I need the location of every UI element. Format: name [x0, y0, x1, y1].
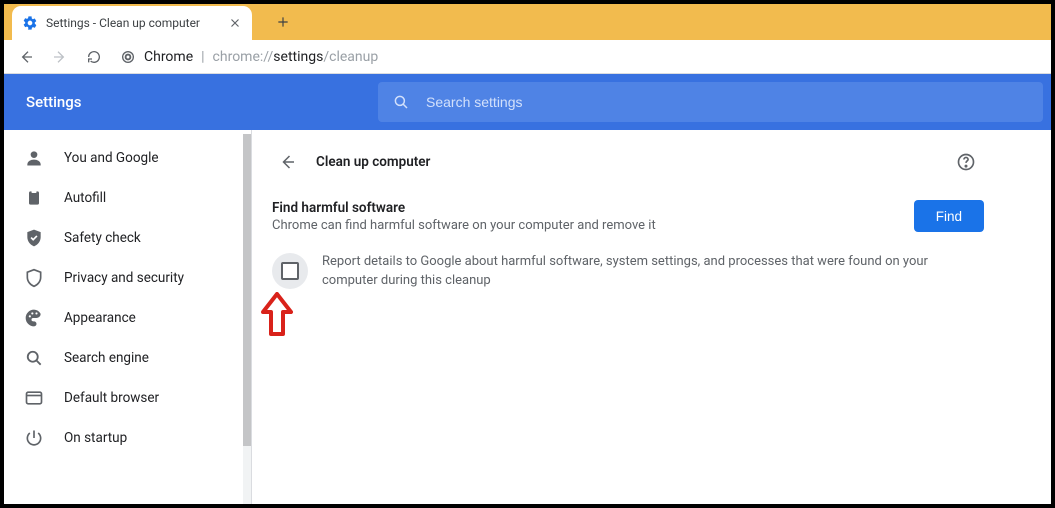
sidebar-item-default-browser[interactable]: Default browser	[4, 378, 251, 418]
panel-title: Find harmful software	[272, 200, 894, 216]
palette-icon	[24, 308, 44, 328]
reload-button[interactable]	[80, 43, 108, 71]
search-icon	[392, 93, 410, 111]
sidebar-item-appearance[interactable]: Appearance	[4, 298, 251, 338]
power-icon	[24, 428, 44, 448]
sidebar-item-safety-check[interactable]: Safety check	[4, 218, 251, 258]
section-title: Clean up computer	[316, 154, 956, 170]
forward-button[interactable]	[46, 43, 74, 71]
plus-icon	[276, 15, 290, 29]
sidebar-item-label: Default browser	[64, 390, 159, 406]
sidebar-item-label: Appearance	[64, 310, 136, 326]
search-settings-input[interactable]	[426, 94, 1029, 110]
report-checkbox-label: Report details to Google about harmful s…	[322, 253, 984, 291]
sidebar-item-on-startup[interactable]: On startup	[4, 418, 251, 458]
settings-brand: Settings	[4, 93, 370, 111]
site-info-icon[interactable]	[120, 49, 136, 65]
tab-title: Settings - Clean up computer	[46, 16, 228, 30]
browser-toolbar: Chrome | chrome://settings/cleanup	[4, 40, 1051, 74]
report-checkbox[interactable]	[281, 262, 299, 280]
back-button[interactable]	[12, 43, 40, 71]
sidebar-item-label: Search engine	[64, 350, 149, 366]
sidebar-item-label: Safety check	[64, 230, 141, 246]
sidebar-item-autofill[interactable]: Autofill	[4, 178, 251, 218]
sidebar-item-label: Privacy and security	[64, 270, 184, 286]
sidebar-item-label: On startup	[64, 430, 127, 446]
magnify-icon	[24, 348, 44, 368]
sidebar-item-label: Autofill	[64, 190, 106, 206]
sidebar-item-search-engine[interactable]: Search engine	[4, 338, 251, 378]
new-tab-button[interactable]	[266, 4, 300, 40]
shield-icon	[24, 268, 44, 288]
settings-sidebar: You and Google Autofill Safety check Pri…	[4, 130, 252, 504]
url-host: Chrome	[144, 49, 193, 65]
help-icon[interactable]	[956, 152, 976, 172]
section-back-button[interactable]	[272, 146, 304, 178]
settings-content: Clean up computer Find harmful software …	[251, 130, 1051, 504]
arrow-left-icon	[279, 153, 297, 171]
sidebar-item-privacy[interactable]: Privacy and security	[4, 258, 251, 298]
close-icon[interactable]	[228, 16, 242, 30]
sidebar-item-you-and-google[interactable]: You and Google	[4, 138, 251, 178]
sidebar-scrollbar[interactable]	[243, 134, 251, 504]
search-settings-box[interactable]	[378, 82, 1043, 122]
panel-subtitle: Chrome can find harmful software on your…	[272, 218, 894, 233]
person-icon	[24, 148, 44, 168]
find-button[interactable]: Find	[914, 200, 984, 232]
window-icon	[24, 388, 44, 408]
clipboard-icon	[24, 188, 44, 208]
browser-tab[interactable]: Settings - Clean up computer	[12, 6, 252, 40]
settings-header: Settings	[4, 74, 1051, 130]
report-checkbox-wrap	[272, 253, 308, 289]
url-path: chrome://settings/cleanup	[213, 49, 379, 65]
gear-icon	[22, 15, 38, 31]
browser-titlebar: Settings - Clean up computer	[4, 4, 1051, 40]
address-bar[interactable]: Chrome | chrome://settings/cleanup	[114, 49, 1043, 65]
sidebar-item-label: You and Google	[64, 150, 159, 166]
shield-check-icon	[24, 228, 44, 248]
